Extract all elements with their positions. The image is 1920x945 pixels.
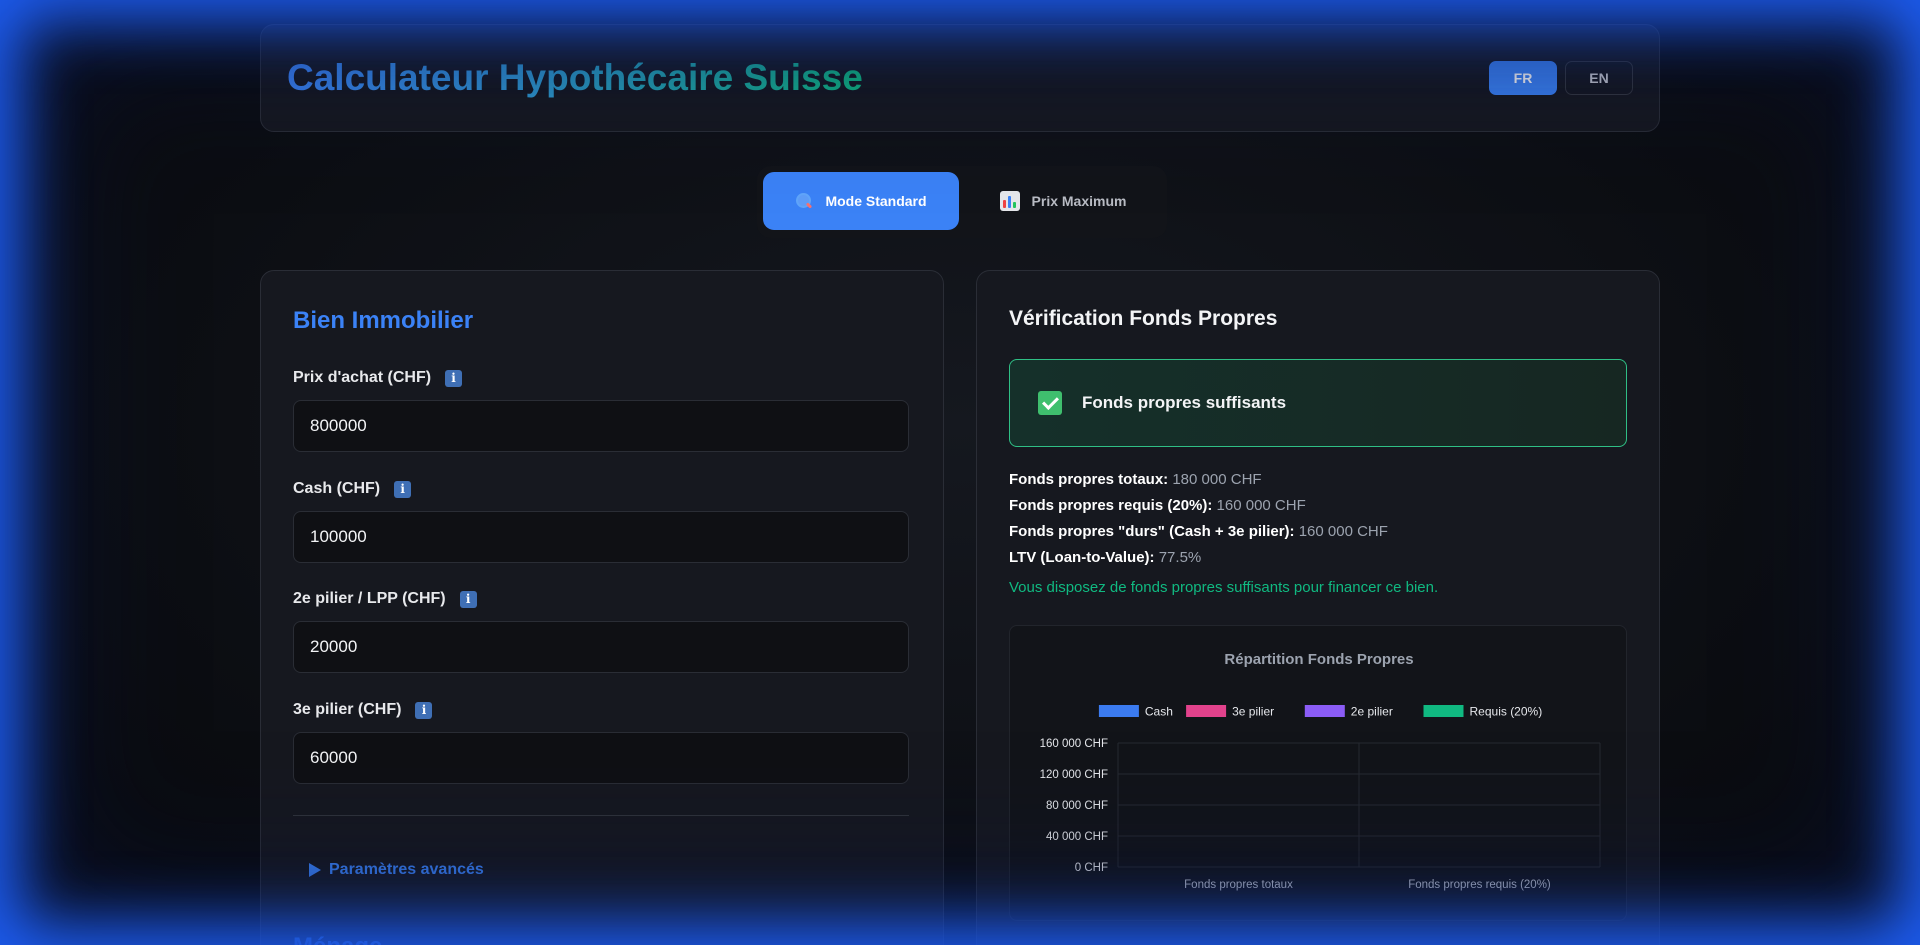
stat-label: Fonds propres requis (20%): (1009, 497, 1213, 514)
pillar3-label-text: 3e pilier (CHF) (293, 701, 402, 718)
x-tick-label: Fonds propres totaux (1184, 879, 1293, 891)
language-switch: FR EN (1489, 61, 1633, 95)
legend-label: 3e pilier (1232, 705, 1274, 719)
mode-max-price-tab[interactable]: Prix Maximum (973, 172, 1153, 230)
section-title-household: Ménage (293, 933, 382, 945)
divider (293, 815, 909, 816)
mode-max-price-label: Prix Maximum (1031, 193, 1127, 209)
success-message: Vous disposez de fonds propres suffisant… (1009, 579, 1439, 596)
advanced-params-toggle[interactable]: Paramètres avancés (309, 861, 484, 879)
pillar3-label: 3e pilier (CHF) i (293, 701, 433, 719)
page-title: Calculateur Hypothécaire Suisse (287, 57, 863, 98)
triangle-right-icon (309, 863, 321, 877)
y-tick-label: 0 CHF (1075, 862, 1108, 874)
equity-chart: Répartition Fonds Propres Cash 3e pilier 2e… (1040, 651, 1601, 891)
lang-en-button[interactable]: EN (1565, 61, 1633, 95)
legend-swatch (1186, 705, 1227, 717)
check-icon (1038, 391, 1062, 415)
bar-chart-icon (999, 191, 1020, 211)
status-banner: Fonds propres suffisants (1009, 359, 1627, 447)
legend-label: 2e pilier (1351, 705, 1393, 719)
cash-label-text: Cash (CHF) (293, 480, 381, 497)
equity-check-card: Vérification Fonds Propres Fonds propres… (976, 270, 1660, 945)
pillar2-input[interactable] (293, 621, 909, 673)
stat-row: Fonds propres requis (20%): 160 000 CHF (1009, 493, 1388, 519)
mode-standard-label: Mode Standard (825, 193, 927, 209)
y-tick-label: 160 000 CHF (1040, 738, 1108, 750)
y-tick-label: 80 000 CHF (1046, 800, 1108, 812)
stat-row: Fonds propres "durs" (Cash + 3e pilier):… (1009, 519, 1388, 545)
x-tick-label: Fonds propres requis (20%) (1408, 879, 1551, 891)
stat-label: LTV (Loan-to-Value): (1009, 549, 1155, 566)
purchase-price-label-text: Prix d'achat (CHF) (293, 369, 432, 386)
legend-swatch (1304, 705, 1345, 717)
legend-swatch (1423, 705, 1464, 717)
stat-value: 160 000 CHF (1298, 523, 1388, 540)
purchase-price-label: Prix d'achat (CHF) i (293, 369, 463, 387)
stat-label: Fonds propres totaux: (1009, 471, 1169, 488)
equity-chart-container: Répartition Fonds Propres Cash 3e pilier 2e… (1009, 625, 1627, 921)
cash-input[interactable] (293, 511, 909, 563)
section-title-property: Bien Immobilier (293, 307, 474, 334)
cash-label: Cash (CHF) i (293, 480, 412, 498)
info-icon[interactable]: i (445, 369, 463, 387)
mode-switch: Mode Standard Prix Maximum (757, 166, 1167, 238)
app-header: Calculateur Hypothécaire Suisse FR EN (260, 24, 1660, 132)
mode-standard-tab[interactable]: Mode Standard (763, 172, 959, 230)
stat-value: 77.5% (1158, 549, 1202, 566)
info-icon[interactable]: i (394, 480, 412, 498)
status-text: Fonds propres suffisants (1082, 393, 1287, 412)
stat-value: 180 000 CHF (1172, 471, 1262, 488)
equity-stats: Fonds propres totaux: 180 000 CHF Fonds … (1009, 467, 1388, 571)
advanced-params-label: Paramètres avancés (329, 861, 484, 878)
stat-value: 160 000 CHF (1216, 497, 1306, 514)
legend-label: Requis (20%) (1470, 705, 1543, 719)
magnifier-icon (795, 192, 813, 210)
pillar2-label: 2e pilier / LPP (CHF) i (293, 590, 477, 608)
y-tick-label: 120 000 CHF (1040, 769, 1108, 781)
legend-label: Cash (1145, 705, 1173, 719)
stat-label: Fonds propres "durs" (Cash + 3e pilier): (1009, 523, 1295, 540)
stat-row: Fonds propres totaux: 180 000 CHF (1009, 467, 1388, 493)
pillar3-input[interactable] (293, 732, 909, 784)
pillar2-label-text: 2e pilier / LPP (CHF) (293, 590, 446, 607)
legend-swatch (1098, 705, 1139, 717)
property-card: Bien Immobilier Prix d'achat (CHF) i Cas… (260, 270, 944, 945)
lang-fr-button[interactable]: FR (1489, 61, 1557, 95)
info-icon[interactable]: i (415, 701, 433, 719)
equity-check-title: Vérification Fonds Propres (1009, 307, 1278, 330)
purchase-price-input[interactable] (293, 400, 909, 452)
info-icon[interactable]: i (459, 590, 477, 608)
stat-row: LTV (Loan-to-Value): 77.5% (1009, 545, 1388, 571)
y-tick-label: 40 000 CHF (1046, 831, 1108, 843)
chart-title: Répartition Fonds Propres (1224, 651, 1413, 668)
